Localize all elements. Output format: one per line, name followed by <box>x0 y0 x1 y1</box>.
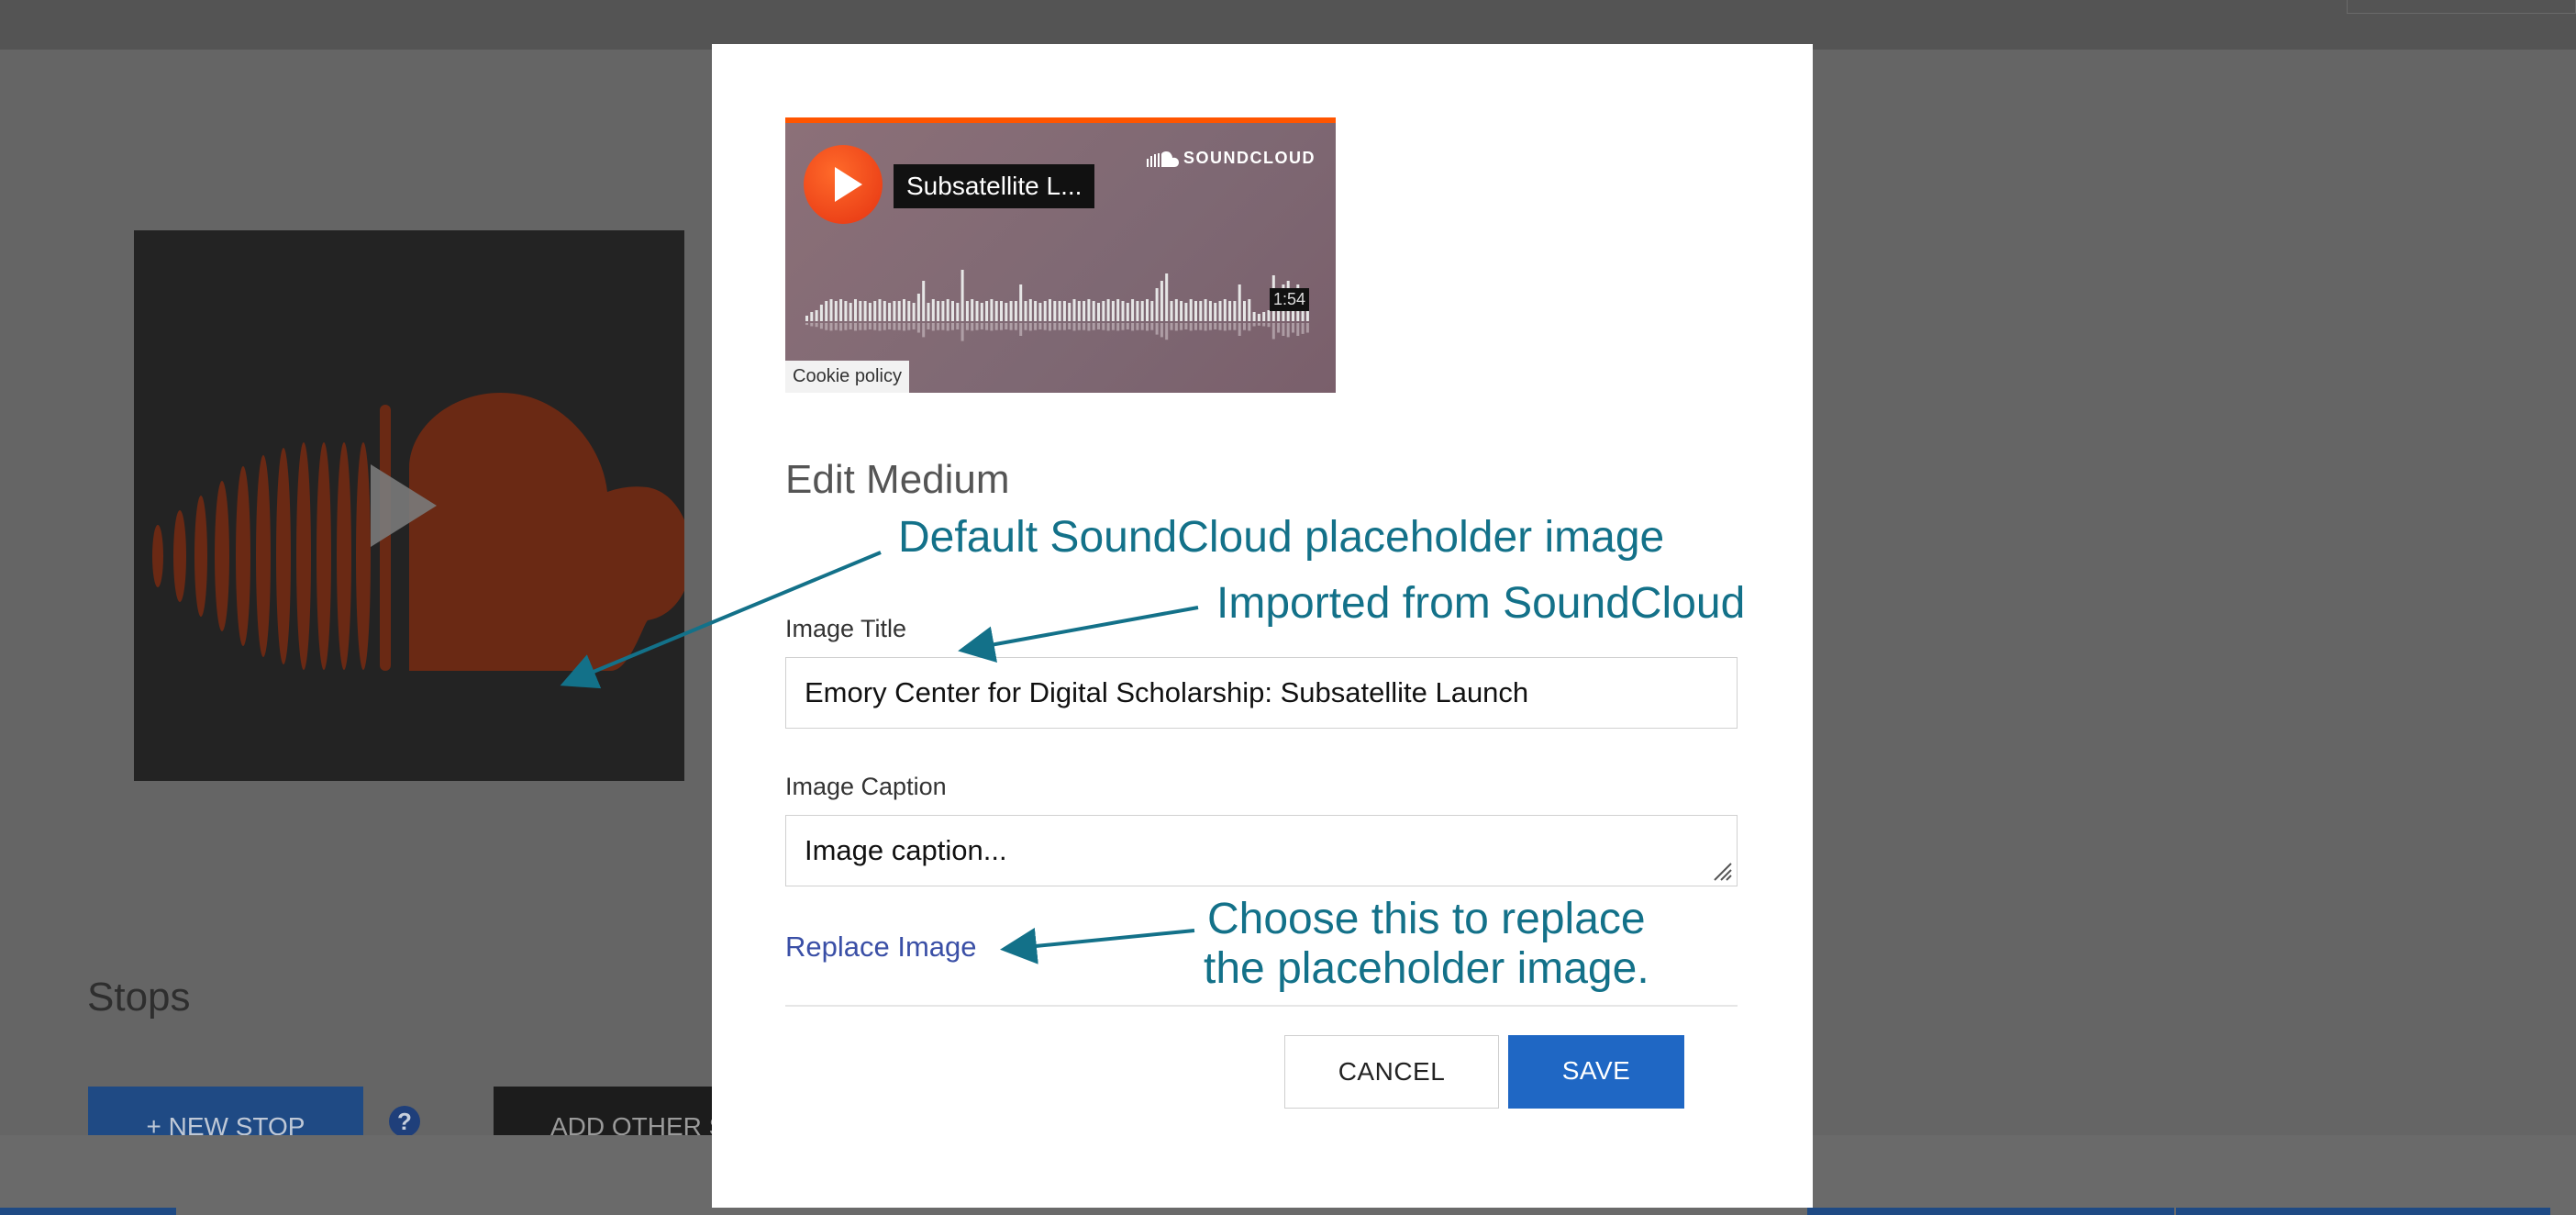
cancel-button[interactable]: CANCEL <box>1284 1035 1499 1109</box>
save-button[interactable]: SAVE <box>1508 1035 1684 1109</box>
annotation-replace-line1: Choose this to replace <box>1207 895 1646 943</box>
help-icon[interactable]: ? <box>389 1106 420 1137</box>
soundcloud-placeholder-thumbnail <box>134 230 684 781</box>
image-title-input[interactable] <box>785 657 1738 729</box>
duration-label: 1:54 <box>1270 288 1310 311</box>
image-title-label: Image Title <box>785 615 907 642</box>
waveform[interactable] <box>804 255 1317 374</box>
soundcloud-brand[interactable]: SOUNDCLOUD <box>1147 149 1316 168</box>
annotation-imported: Imported from SoundCloud <box>1216 579 1746 628</box>
dialog-title: Edit Medium <box>785 457 1010 502</box>
divider <box>785 1005 1738 1007</box>
soundcloud-embed-player[interactable]: Subsatellite L... SOUNDCLOUD 1:54 Cookie… <box>785 117 1336 393</box>
soundcloud-logo-icon <box>152 393 684 671</box>
top-nav-bar <box>0 0 2576 50</box>
soundcloud-brand-text: SOUNDCLOUD <box>1183 149 1316 167</box>
cookie-policy-link[interactable]: Cookie policy <box>785 361 909 393</box>
stops-heading: Stops <box>87 975 191 1020</box>
annotation-placeholder: Default SoundCloud placeholder image <box>898 513 1665 562</box>
image-caption-textarea[interactable]: Image caption... <box>785 815 1738 886</box>
resize-handle-icon[interactable] <box>1711 860 1733 882</box>
annotation-replace-line2: the placeholder image. <box>1204 944 1649 993</box>
track-title[interactable]: Subsatellite L... <box>894 164 1095 208</box>
soundcloud-cloud-icon <box>1147 151 1179 168</box>
image-caption-label: Image Caption <box>785 773 947 800</box>
replace-image-link[interactable]: Replace Image <box>785 931 977 964</box>
play-button-icon[interactable] <box>804 145 883 224</box>
image-caption-placeholder: Image caption... <box>805 834 1007 866</box>
